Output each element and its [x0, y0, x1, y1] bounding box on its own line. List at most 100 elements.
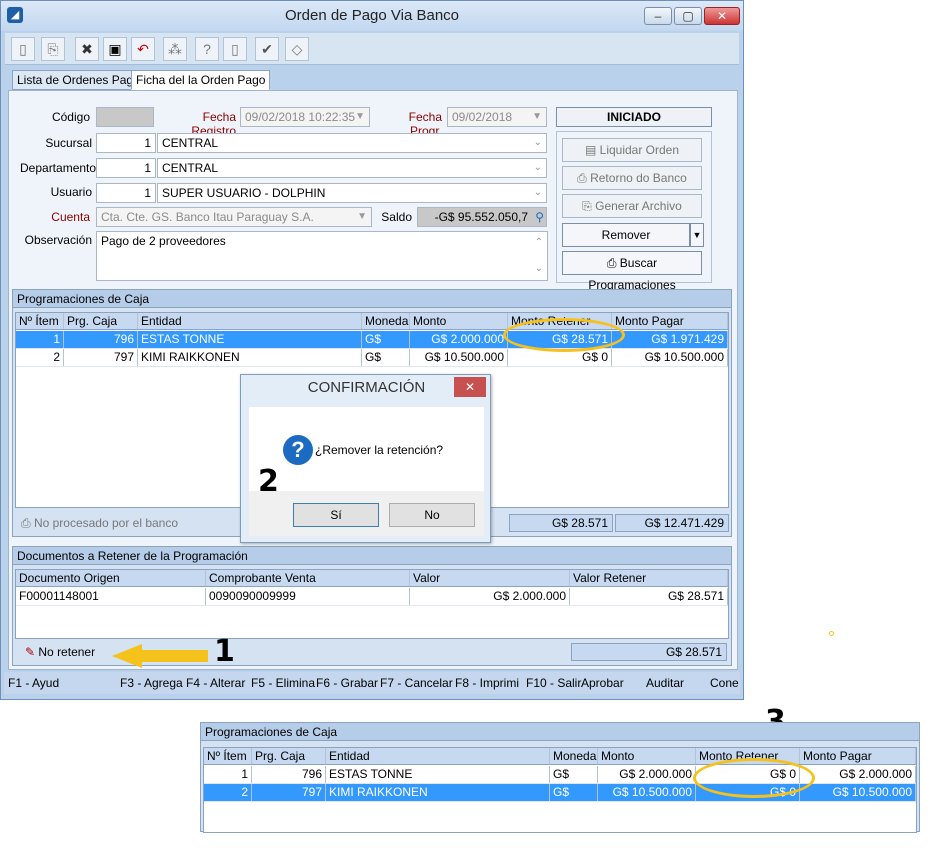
new-icon[interactable]: ▯	[11, 37, 35, 61]
delete-icon[interactable]: ✖	[75, 37, 99, 61]
col-moneda[interactable]: Moneda	[362, 313, 410, 329]
col-moneda[interactable]: Moneda	[550, 748, 598, 764]
buscar-label: Buscar Programaciones	[588, 256, 676, 292]
departamento-label: Departamento	[20, 161, 97, 175]
total-retener: G$ 28.571	[509, 514, 613, 532]
fkey-f3[interactable]: F3 - Agrega	[120, 672, 183, 694]
dialog-close-button[interactable]: ✕	[454, 377, 486, 397]
col-valor-retener[interactable]: Valor Retener	[570, 570, 728, 586]
col-comprobante[interactable]: Comprobante Venta	[206, 570, 410, 586]
cell-moneda: G$	[550, 766, 598, 783]
usuario-value: SUPER USUARIO - DOLPHIN	[162, 186, 326, 200]
generar-button[interactable]: ⎘ Generar Archivo	[562, 194, 702, 218]
codigo-field[interactable]	[96, 107, 154, 127]
chevron-down-icon: ⌄	[533, 187, 542, 198]
cell-valor: G$ 2.000.000	[410, 588, 570, 605]
fecha-prog-field[interactable]: 09/02/2018 ▼	[447, 107, 547, 127]
save-icon[interactable]: ▣	[103, 37, 127, 61]
status-badge: INICIADO	[556, 107, 712, 127]
table-row[interactable]: 2 797 KIMI RAIKKONEN G$ G$ 10.500.000 G$…	[16, 349, 728, 367]
fkey-f8[interactable]: F8 - Imprimi	[455, 672, 519, 694]
annotation-1: 1	[214, 634, 235, 669]
no-button[interactable]: No	[389, 503, 475, 527]
tab-ficha[interactable]: Ficha del la Orden Pago	[131, 70, 271, 90]
col-prg-caja[interactable]: Prg. Caja	[64, 313, 138, 329]
liquidar-button[interactable]: ▤ Liquidar Orden	[562, 138, 702, 162]
retorno-button[interactable]: ⎙ Retorno do Banco	[562, 166, 702, 190]
search-icon[interactable]: ⚲	[535, 208, 544, 226]
door-icon[interactable]: ▯	[223, 37, 247, 61]
yes-button[interactable]: Sí	[293, 503, 379, 527]
no-retener-button[interactable]: ✎ No retener	[25, 645, 95, 659]
col-prg-caja[interactable]: Prg. Caja	[252, 748, 326, 764]
col-monto-pagar[interactable]: Monto Pagar	[612, 313, 728, 329]
col-entidad[interactable]: Entidad	[326, 748, 550, 764]
title-bar: Orden de Pago Via Banco	[1, 1, 743, 31]
fkey-auditar[interactable]: Auditar	[646, 672, 684, 694]
cuenta-select[interactable]: Cta. Cte. GS. Banco Itau Paraguay S.A. ▼	[96, 207, 372, 227]
tab-lista[interactable]: Lista de Ordenes Pago	[12, 70, 145, 90]
usuario-select[interactable]: SUPER USUARIO - DOLPHIN ⌄	[157, 183, 547, 203]
cell-valor-retener: G$ 28.571	[570, 588, 728, 605]
col-doc-origen[interactable]: Documento Origen	[16, 570, 206, 586]
undo-icon[interactable]: ↶	[131, 37, 155, 61]
fkey-f1[interactable]: F1 - Ayud	[8, 672, 59, 694]
documentos-total: G$ 28.571	[571, 643, 727, 661]
cell-monto: G$ 2.000.000	[598, 766, 696, 783]
col-entidad[interactable]: Entidad	[138, 313, 362, 329]
col-valor[interactable]: Valor	[410, 570, 570, 586]
maximize-button[interactable]: ▢	[674, 7, 702, 25]
wand-icon[interactable]: ⁂	[163, 37, 187, 61]
fkey-f6[interactable]: F6 - Grabar	[316, 672, 378, 694]
table-row[interactable]: 2 797 KIMI RAIKKONEN G$ G$ 10.500.000 G$…	[204, 784, 916, 802]
close-button[interactable]: ✕	[704, 7, 740, 25]
dialog-footer: Sí No	[249, 491, 484, 536]
no-retener-label: No retener	[38, 645, 96, 659]
cell-comprobante: 0090090009999	[206, 588, 410, 605]
sucursal-num-field[interactable]: 1	[96, 133, 156, 153]
cell-monto-pagar: G$ 1.971.429	[612, 331, 728, 348]
sucursal-select[interactable]: CENTRAL ⌄	[157, 133, 547, 153]
usuario-num-field[interactable]: 1	[96, 183, 156, 203]
cell-item: 1	[204, 766, 252, 783]
fkey-f4[interactable]: F4 - Alterar	[186, 672, 245, 694]
liquidar-label: Liquidar Orden	[599, 143, 680, 157]
fkey-f5[interactable]: F5 - Elimina	[251, 672, 315, 694]
col-monto[interactable]: Monto	[410, 313, 508, 329]
remover-dropdown-button[interactable]: ▼	[690, 223, 704, 247]
check-icon[interactable]: ✔	[255, 37, 279, 61]
fkey-f7[interactable]: F7 - Cancelar	[380, 672, 453, 694]
grid-header: Documento Origen Comprobante Venta Valor…	[16, 570, 728, 587]
departamento-select[interactable]: CENTRAL ⌄	[157, 158, 547, 178]
minimize-button[interactable]: ‒	[644, 7, 672, 25]
fkey-cone[interactable]: Cone	[710, 672, 739, 694]
table-row[interactable]: F00001148001 0090090009999 G$ 2.000.000 …	[16, 588, 728, 606]
generar-icon: ⎘	[582, 199, 596, 213]
dropdown-arrow-icon: ▼	[357, 211, 367, 222]
buscar-button[interactable]: ⎙ Buscar Programaciones	[562, 251, 702, 292]
fkey-f10[interactable]: F10 - Salir	[526, 672, 581, 694]
departamento-num-field[interactable]: 1	[96, 158, 156, 178]
col-item[interactable]: Nº Ítem	[16, 313, 64, 329]
liquidar-icon: ▤	[584, 143, 600, 157]
scroll-up-icon[interactable]: ⌃	[535, 234, 543, 252]
app-icon: ◢	[7, 7, 23, 23]
retorno-label: Retorno do Banco	[590, 171, 687, 185]
copy-icon[interactable]: ⎘	[41, 37, 65, 61]
col-monto[interactable]: Monto	[598, 748, 696, 764]
total-pagar: G$ 12.471.429	[615, 514, 729, 532]
cell-prg-caja: 796	[64, 331, 138, 348]
fecha-registro-field[interactable]: 09/02/2018 10:22:35 ▼	[240, 107, 370, 127]
remover-button[interactable]: Remover Programación	[562, 223, 690, 264]
eraser-icon[interactable]: ◇	[285, 37, 309, 61]
buscar-icon: ⎙	[606, 256, 620, 270]
help-icon[interactable]: ?	[195, 37, 219, 61]
function-key-bar: F1 - Ayud F3 - Agrega F4 - Alterar F5 - …	[4, 672, 740, 694]
scroll-down-icon[interactable]: ⌄	[535, 260, 543, 278]
chevron-down-icon: ⌄	[533, 162, 542, 173]
observacion-textarea[interactable]: Pago de 2 proveedores ⌃ ⌄	[96, 231, 548, 281]
question-icon: ?	[283, 435, 313, 465]
col-monto-pagar[interactable]: Monto Pagar	[800, 748, 916, 764]
col-item[interactable]: Nº Ítem	[204, 748, 252, 764]
fkey-aprobar[interactable]: Aprobar	[581, 672, 624, 694]
